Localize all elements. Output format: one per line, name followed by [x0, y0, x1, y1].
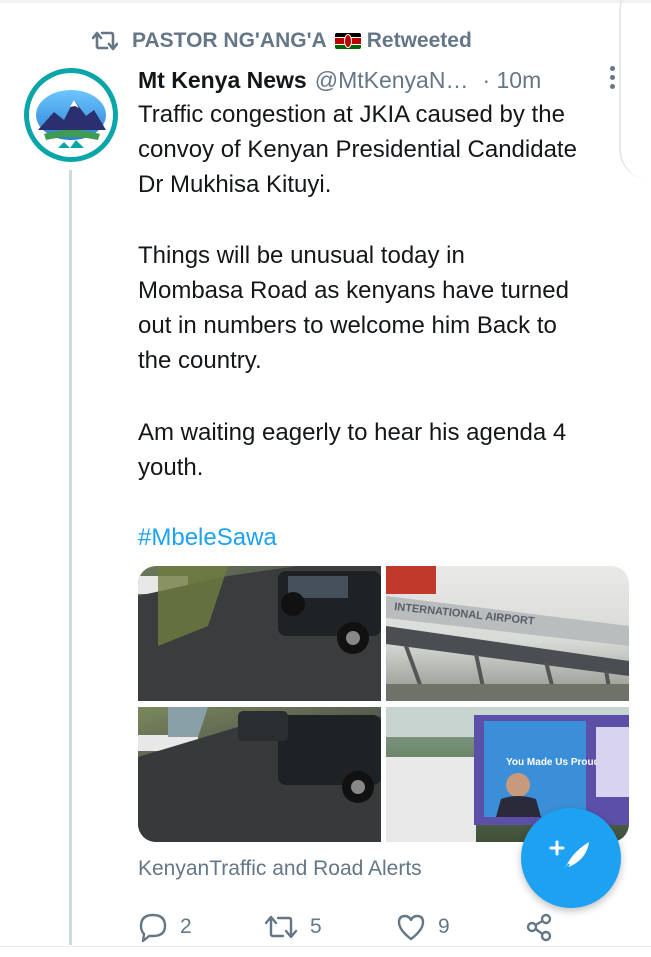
card-source-label[interactable]: KenyanTraffic and Road Alerts: [138, 857, 422, 881]
author-handle[interactable]: @MtKenyaN…: [315, 67, 469, 94]
retweet-icon: [92, 31, 118, 51]
mountain-logo: [38, 100, 106, 148]
compose-tweet-button[interactable]: [521, 808, 621, 908]
kenya-flag-icon: [334, 33, 361, 49]
media-grid: INTERNATIONAL AIRPORT You Made Us Proud: [138, 566, 629, 842]
tweet-actions: 2 5 9: [138, 910, 618, 944]
retweeter-name: PASTOR NG'ANG'A: [132, 29, 327, 52]
retweet-count: 5: [310, 915, 322, 938]
tweet-paragraph: Traffic congestion at JKIA caused by the…: [138, 101, 577, 198]
thread-line: [69, 170, 72, 945]
author-name[interactable]: Mt Kenya News: [138, 67, 307, 94]
tweet-timestamp[interactable]: · 10m: [482, 67, 541, 94]
retweet-action-icon: [264, 915, 298, 939]
reply-icon: [139, 913, 167, 942]
hashtag-link[interactable]: #MbeleSawa: [138, 520, 277, 555]
top-divider: [0, 0, 651, 3]
heart-icon: [397, 914, 425, 941]
tweet-paragraph: Things will be unusual today in Mombasa …: [138, 242, 569, 374]
compose-feather-icon: [549, 840, 589, 877]
photo-international-airport[interactable]: INTERNATIONAL AIRPORT: [386, 566, 629, 701]
more-options-icon[interactable]: [610, 66, 616, 92]
share-icon: [526, 913, 552, 942]
bottom-divider: [0, 946, 651, 947]
tweet-header: Mt Kenya News @MtKenyaN… · 10m: [138, 64, 638, 96]
retweet-button[interactable]: 5: [264, 910, 322, 944]
share-button[interactable]: [524, 910, 566, 944]
like-button[interactable]: 9: [396, 910, 450, 944]
photo-road-convoy-2[interactable]: [138, 707, 381, 842]
like-count: 9: [438, 915, 450, 938]
banner-text: You Made Us Proud: [506, 757, 600, 768]
retweeted-label: Retweeted: [366, 29, 472, 52]
reply-count: 2: [180, 915, 192, 938]
photo-road-convoy-1[interactable]: [138, 566, 381, 701]
reply-button[interactable]: 2: [138, 910, 192, 944]
tweet-paragraph: Am waiting eagerly to hear his agenda 4 …: [138, 419, 567, 481]
retweet-context[interactable]: PASTOR NG'ANG'A Retweeted: [92, 28, 472, 54]
avatar[interactable]: [24, 68, 118, 162]
